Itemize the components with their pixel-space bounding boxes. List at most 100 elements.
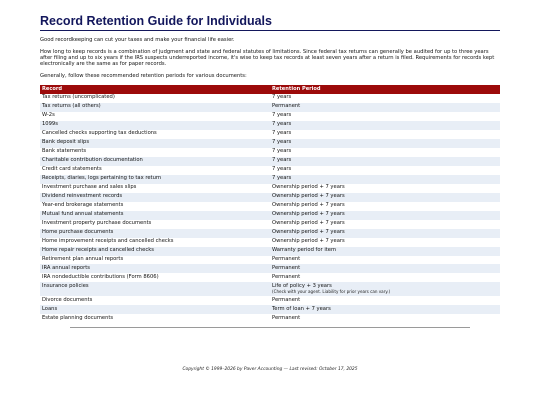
retention-period-value: Permanent [272,103,301,110]
record-cell: Investment property purchase documents [42,220,152,227]
table-row: Retirement plan annual reports Permanent [40,256,500,265]
record-cell: Bank statements [42,148,87,155]
footer-copyright: Copyright © 1999–2026 by Paver Accountin… [182,367,358,372]
retention-period-note: (Check with your agent. Liability for pr… [272,288,391,294]
retention-period-cell: Ownership period + 7 years [270,210,500,220]
table-row: IRA nondeductible contributions (Form 86… [40,273,500,282]
retention-period-cell: 7 years [270,148,500,157]
table-row: Home repair receipts and cancelled check… [40,246,500,256]
retention-period-cell: Ownership period + 7 years [270,228,500,238]
record-cell: 1099s [40,120,270,130]
record-cell: W-2s [42,112,55,119]
table-row: Dividend reinvestment records Ownership p… [40,192,500,202]
retention-period-value: Ownership period + 7 years [272,202,345,209]
intro-paragraph-3: Generally, follow these recommended rete… [40,73,247,79]
table-row: Bank statements 7 years [40,148,500,157]
header-record: Record [40,84,270,94]
table-row: Charitable contribution documentation 7 y… [40,156,500,166]
retention-period-value: Warranty period for item [272,247,337,254]
retention-period-cell: 7 years [270,94,500,103]
record-cell: IRA annual reports [40,264,270,274]
table-row: Loans Term of loan + 7 years [40,305,500,315]
retention-period-cell: Permanent [270,314,500,323]
retention-period-cell: Permanent [270,273,500,282]
table-row: Receipts, diaries, logs pertaining to ta… [40,174,500,184]
retention-period-value: Ownership period + 7 years [272,211,345,218]
record-cell: Mutual fund annual statements [40,210,270,220]
retention-period-value: 7 years [272,166,292,173]
retention-period-value: 7 years [272,148,292,155]
retention-period-cell: Warranty period for item [270,246,500,256]
record-cell: Home improvement receipts and cancelled … [42,238,174,245]
retention-table: Record Retention Period Tax returns (unc… [40,84,500,324]
retention-period-value: 7 years [272,94,292,101]
retention-period-value: Ownership period + 7 years [272,220,345,227]
record-cell: Receipts, diaries, logs pertaining to ta… [40,174,270,184]
table-row: Insurance policies Life of policy + 3 yea… [40,282,500,297]
record-cell: Home purchase documents [40,228,270,238]
record-cell: Loans [40,305,270,315]
retention-period-value: Ownership period + 7 years [272,193,345,200]
retention-period-value: Permanent [272,296,301,303]
retention-period-cell: Permanent [270,264,500,274]
retention-period-value: Permanent [272,314,301,321]
retention-period-value: Term of loan + 7 years [272,305,331,312]
table-row: Cancelled checks supporting tax deductio… [40,130,500,139]
retention-period-cell: 7 years [270,130,500,139]
retention-period-cell: Permanent [270,256,500,265]
record-cell: Bank deposit slips [40,138,270,148]
record-cell: Retirement plan annual reports [42,256,124,263]
record-cell: Divorce documents [42,296,93,303]
table-row: IRA annual reports Permanent [40,264,500,274]
header-retention-period: Retention Period [270,84,500,94]
retention-period-value: 7 years [272,130,292,137]
record-cell: Investment purchase and sales slips [42,184,137,191]
page-title: Record Retention Guide for Individuals [40,14,500,31]
retention-period-cell: Ownership period + 7 years [270,238,500,247]
intro-paragraph-2: How long to keep records is a combinatio… [40,48,495,68]
retention-period-value: Permanent [272,256,301,263]
footer-divider [70,327,470,329]
record-cell: Dividend reinvestment records [40,192,270,202]
document-page: Record Retention Guide for Individuals G… [40,14,500,329]
retention-period-cell: 7 years [270,138,500,148]
table-row: W-2s 7 years [40,112,500,121]
retention-period-cell: 7 years [270,166,500,175]
record-cell: Home repair receipts and cancelled check… [40,246,270,256]
record-cell: Tax returns (uncomplicated) [42,94,115,101]
retention-period-cell: Life of policy + 3 years (Check with your… [270,282,500,297]
retention-period-cell: 7 years [270,112,500,121]
record-cell: Credit card statements [42,166,102,173]
table-row: Home improvement receipts and cancelled … [40,238,500,247]
table-row: Investment purchase and sales slips Owner… [40,184,500,193]
retention-period-cell: Ownership period + 7 years [270,192,500,202]
table-body: Tax returns (uncomplicated) 7 years Tax re… [40,94,500,323]
retention-period-value: Permanent [272,274,301,281]
retention-period-cell: Ownership period + 7 years [270,202,500,211]
record-cell: Cancelled checks supporting tax deductio… [42,130,157,137]
table-row: Year-end brokerage statements Ownership p… [40,202,500,211]
record-cell: IRA nondeductible contributions (Form 86… [42,274,159,281]
retention-period-value: 7 years [272,121,292,128]
table-row: Credit card statements 7 years [40,166,500,175]
retention-period-cell: Ownership period + 7 years [270,220,500,229]
retention-period-value: Ownership period + 7 years [272,184,345,191]
record-cell: Tax returns (all others) [40,102,270,112]
intro-section: Good recordkeeping can cut your taxes an… [40,37,500,79]
record-cell: Charitable contribution documentation [40,156,270,166]
table-row: Investment property purchase documents Ow… [40,220,500,229]
retention-period-value: 7 years [272,175,292,182]
intro-paragraph-1: Good recordkeeping can cut your taxes an… [40,37,235,43]
retention-period-value: Ownership period + 7 years [272,229,345,236]
retention-period-value: Ownership period + 7 years [272,238,345,245]
retention-period-value: 7 years [272,112,292,119]
retention-period-cell: Permanent [270,102,500,112]
retention-period-cell: 7 years [270,174,500,184]
table-row: Tax returns (all others) Permanent [40,102,500,112]
table-row: Divorce documents Permanent [40,296,500,305]
table-row: Home purchase documents Ownership period … [40,228,500,238]
retention-period-value: 7 years [272,139,292,146]
retention-period-cell: Permanent [270,296,500,305]
record-cell: Insurance policies [40,282,270,297]
record-cell: Year-end brokerage statements [42,202,124,209]
